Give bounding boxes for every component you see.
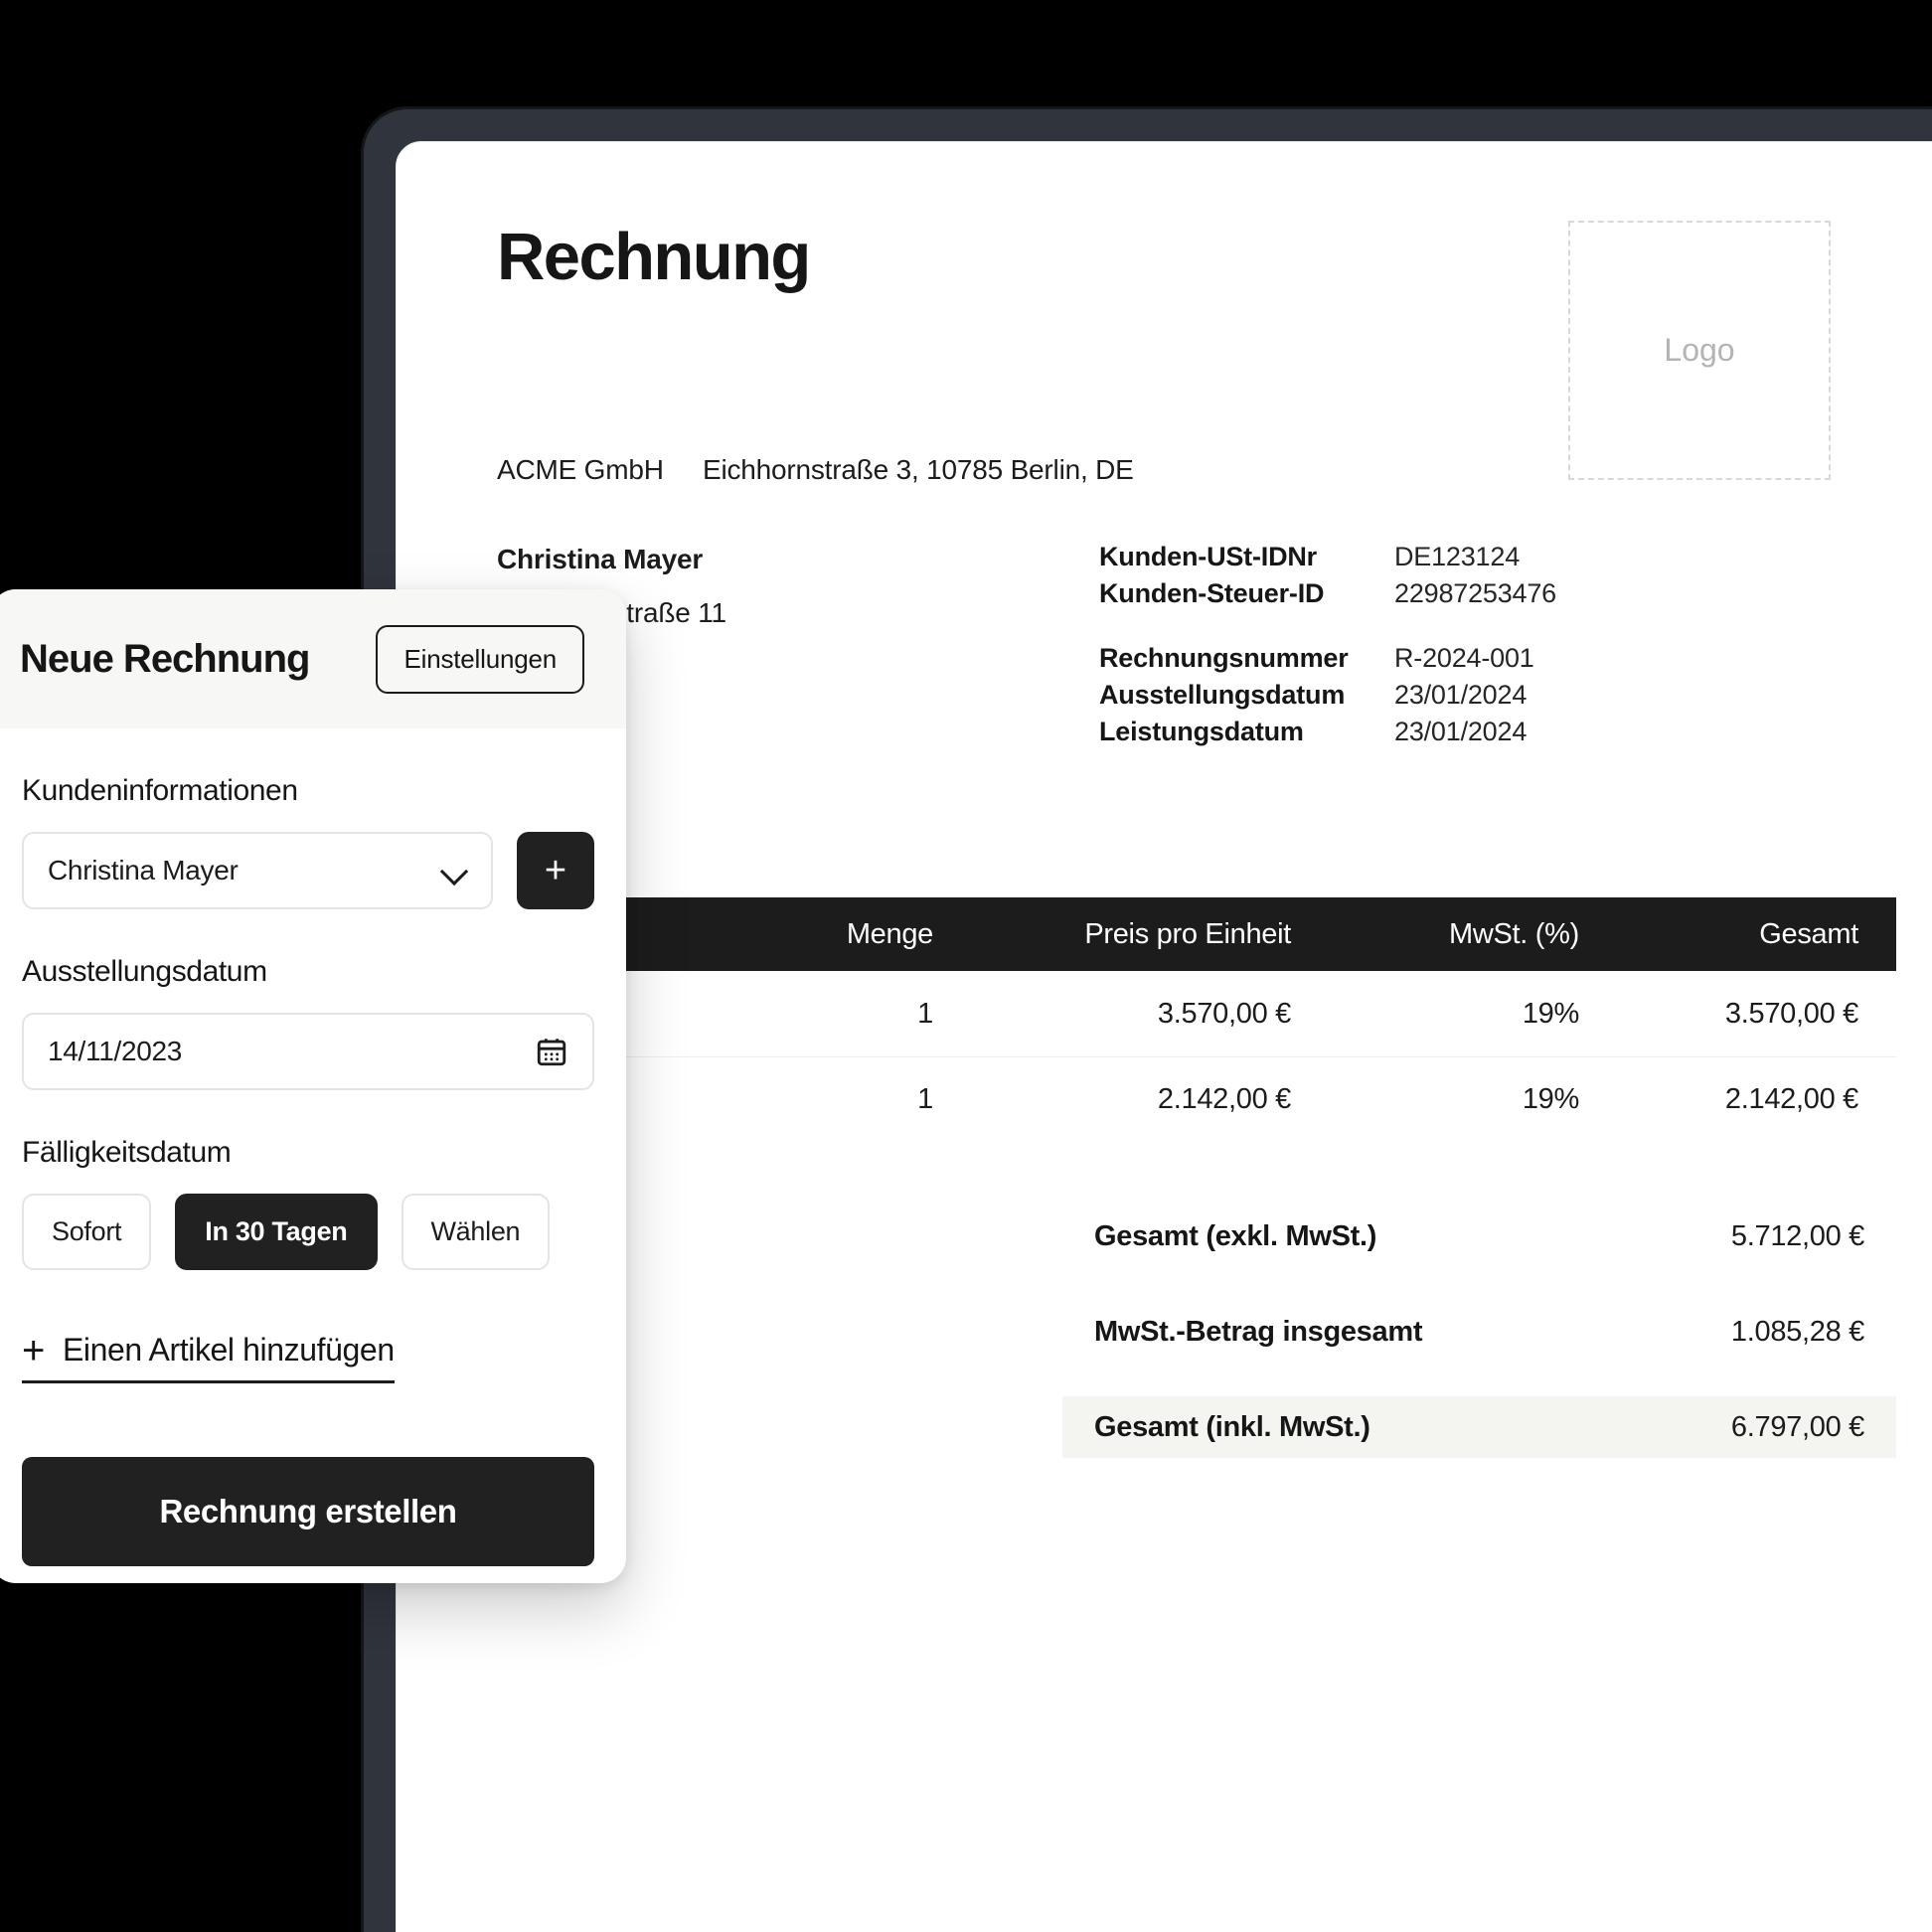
column-header-unit-price: Preis pro Einheit [1084,917,1291,950]
issue-date-label: Ausstellungsdatum [22,955,267,988]
invoice-meta-group-customer: Kunden-USt-IDNr DE123124 Kunden-Steuer-I… [1099,539,1715,612]
meta-row: Ausstellungsdatum 23/01/2024 [1099,677,1715,714]
invoice-totals: Gesamt (exkl. MwSt.) 5.712,00 € MwSt.-Be… [1062,1206,1896,1458]
customer-select-value: Christina Mayer [48,855,239,886]
add-customer-button[interactable]: + [517,832,594,909]
due-date-option-in-30-tagen[interactable]: In 30 Tagen [175,1194,378,1270]
invoice-meta-group-invoice: Rechnungsnummer R-2024-001 Ausstellungsd… [1099,640,1715,750]
meta-label: Rechnungsnummer [1099,642,1349,673]
meta-row: Rechnungsnummer R-2024-001 [1099,640,1715,677]
meta-value: DE123124 [1394,542,1521,571]
cell-total: 3.570,00 € [1724,997,1858,1030]
issue-date-value: 14/11/2023 [48,1036,183,1066]
total-value: 5.712,00 € [1730,1219,1864,1252]
column-header-total: Gesamt [1759,917,1858,950]
screenshot-canvas: Rechnung Logo ACME GmbH Eichhornstraße 3… [0,0,1932,1932]
new-invoice-panel: Neue Rechnung Einstellungen Kundeninform… [0,589,626,1583]
logo-placeholder[interactable]: Logo [1568,221,1831,480]
cell-unit-price: 2.142,00 € [1157,1083,1291,1115]
add-item-link[interactable]: + Einen Artikel hinzufügen [22,1328,395,1383]
issue-date-field: Ausstellungsdatum 14/11/2023 [22,955,594,1090]
panel-title: Neue Rechnung [20,636,310,681]
panel-body: Kundeninformationen Christina Mayer + Au… [0,728,626,1566]
meta-label: Kunden-Steuer-ID [1099,577,1325,608]
meta-value: 23/01/2024 [1394,679,1528,710]
meta-label: Kunden-USt-IDNr [1099,542,1317,571]
bill-to-name: Christina Mayer [497,544,704,574]
cell-quantity: 1 [917,1083,933,1115]
meta-value: 23/01/2024 [1394,716,1528,746]
due-date-options: Sofort In 30 Tagen Wählen [22,1194,594,1270]
invoice-meta: Kunden-USt-IDNr DE123124 Kunden-Steuer-I… [1099,539,1715,750]
panel-header: Neue Rechnung Einstellungen [0,589,626,728]
total-value: 6.797,00 € [1730,1410,1864,1443]
customer-select-row: Christina Mayer + [22,832,594,909]
customer-select[interactable]: Christina Mayer [22,832,493,909]
company-name: ACME GmbH [497,454,664,485]
due-date-label: Fälligkeitsdatum [22,1136,232,1169]
plus-icon: + [22,1328,45,1372]
meta-label: Leistungsdatum [1099,716,1304,746]
cell-total: 2.142,00 € [1724,1083,1858,1115]
customer-section-label: Kundeninformationen [22,774,298,807]
total-row-gross: Gesamt (inkl. MwSt.) 6.797,00 € [1062,1396,1896,1458]
settings-button[interactable]: Einstellungen [376,624,584,694]
cell-unit-price: 3.570,00 € [1157,997,1291,1030]
company-address-line: ACME GmbH Eichhornstraße 3, 10785 Berlin… [497,454,1134,486]
cell-quantity: 1 [917,997,933,1030]
calendar-icon[interactable] [535,1035,568,1068]
total-label: Gesamt (exkl. MwSt.) [1094,1219,1377,1252]
invoice-document: Rechnung Logo ACME GmbH Eichhornstraße 3… [397,142,1932,1932]
cell-vat: 19% [1522,997,1579,1030]
issue-date-input[interactable]: 14/11/2023 [22,1013,594,1090]
total-value: 1.085,28 € [1730,1315,1864,1348]
column-header-vat: MwSt. (%) [1448,917,1579,950]
meta-row: Kunden-Steuer-ID 22987253476 [1099,575,1715,612]
cell-vat: 19% [1522,1083,1579,1115]
due-date-option-waehlen[interactable]: Wählen [401,1194,551,1270]
chevron-down-icon [441,858,467,884]
meta-value: R-2024-001 [1394,642,1534,673]
total-row-vat: MwSt.-Betrag insgesamt 1.085,28 € [1062,1301,1896,1363]
total-label: MwSt.-Betrag insgesamt [1094,1315,1423,1348]
logo-placeholder-label: Logo [1664,332,1735,368]
column-header-quantity: Menge [846,917,933,950]
meta-row: Kunden-USt-IDNr DE123124 [1099,539,1715,575]
add-item-label: Einen Artikel hinzufügen [62,1332,395,1368]
meta-row: Leistungsdatum 23/01/2024 [1099,714,1715,750]
total-label: Gesamt (inkl. MwSt.) [1094,1410,1370,1443]
meta-label: Ausstellungsdatum [1099,679,1346,710]
total-row-net: Gesamt (exkl. MwSt.) 5.712,00 € [1062,1206,1896,1267]
meta-value: 22987253476 [1394,577,1556,608]
company-address: Eichhornstraße 3, 10785 Berlin, DE [702,454,1134,485]
due-date-option-sofort[interactable]: Sofort [22,1194,152,1270]
due-date-field: Fälligkeitsdatum Sofort In 30 Tagen Wähl… [22,1136,594,1270]
create-invoice-button[interactable]: Rechnung erstellen [22,1457,594,1566]
page-title: Rechnung [497,220,811,294]
